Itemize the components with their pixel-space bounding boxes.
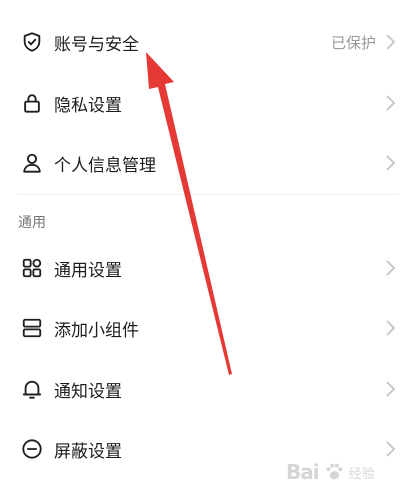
grid-icon [20,256,44,280]
baidu-watermark: Bai 经验 [286,454,406,490]
settings-item-account-security[interactable]: 账号与安全 已保护 [0,12,416,72]
chevron-right-icon [384,319,396,337]
chevron-right-icon [384,154,396,172]
section-title-general: 通用 [18,215,46,231]
watermark-sub: 经验 [348,466,375,482]
chevron-right-icon [384,380,396,398]
person-icon [20,151,44,175]
settings-item-notifications[interactable]: 通知设置 [0,359,416,419]
settings-item-label: 账号与安全 [54,34,139,55]
chevron-right-icon [384,33,396,51]
settings-item-privacy[interactable]: 隐私设置 [0,73,416,133]
widget-icon [20,316,44,340]
chevron-right-icon [384,259,396,277]
section-divider [18,194,398,195]
settings-item-label: 通知设置 [54,381,122,402]
settings-item-label: 通用设置 [54,260,122,281]
settings-item-label: 隐私设置 [54,95,122,116]
settings-item-label: 个人信息管理 [54,155,156,176]
protection-status: 已保护 [330,33,376,52]
settings-item-label: 添加小组件 [54,320,139,341]
paw-icon [326,463,343,480]
settings-item-general[interactable]: 通用设置 [0,238,416,298]
bell-icon [20,377,44,401]
settings-item-personal-info[interactable]: 个人信息管理 [0,133,416,193]
lock-icon [20,91,44,115]
settings-item-label: 屏蔽设置 [54,441,122,462]
chevron-right-icon [384,94,396,112]
shield-check-icon [20,30,44,54]
settings-item-add-widget[interactable]: 添加小组件 [0,298,416,358]
block-icon [20,437,44,461]
watermark-text: Bai [286,460,320,484]
